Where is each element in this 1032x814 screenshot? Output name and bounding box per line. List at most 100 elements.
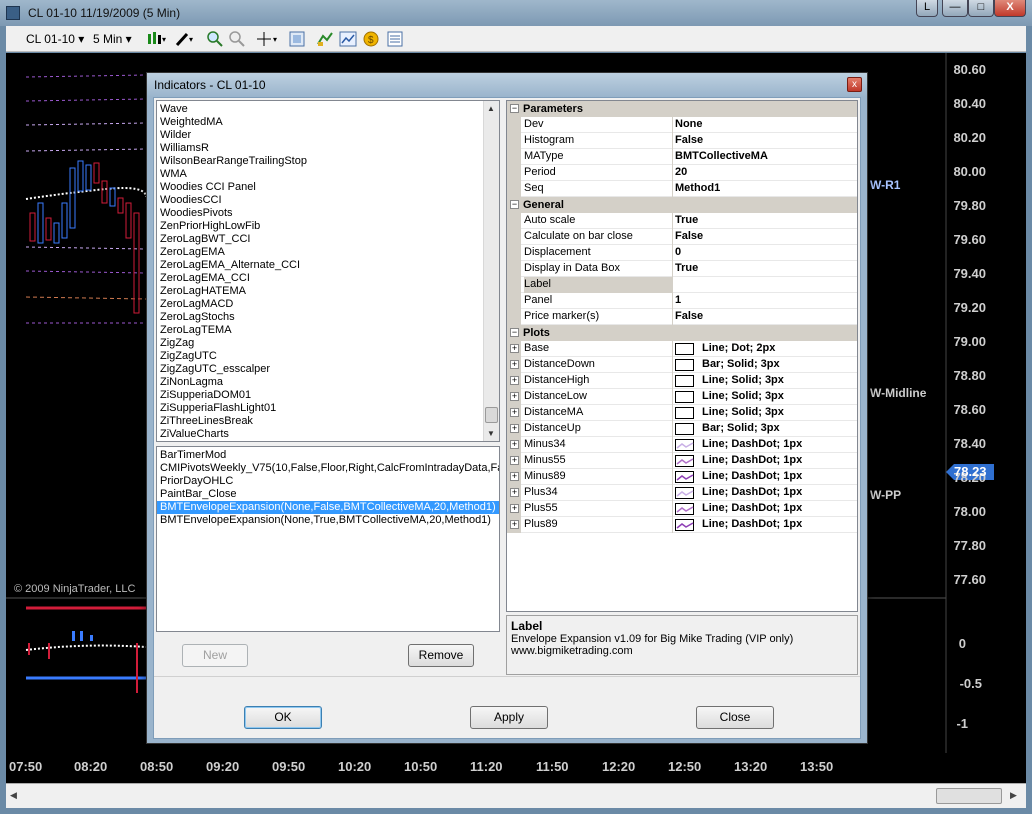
indicator-list-item[interactable]: ZiThreeLinesBreak [157, 415, 499, 428]
property-value[interactable]: False [675, 309, 703, 324]
property-value[interactable]: 0 [675, 245, 681, 260]
apply-button[interactable]: Apply [470, 706, 548, 729]
property-value[interactable]: None [675, 117, 703, 132]
list-scrollbar[interactable]: ▲ ▼ [483, 101, 499, 441]
close-button[interactable]: X [994, 0, 1026, 17]
property-row[interactable]: + DistanceMA Line; Solid; 3px [507, 405, 857, 421]
indicator-list-item[interactable]: ZeroLagEMA_Alternate_CCI [157, 259, 499, 272]
scroll-right-arrow-icon[interactable]: ▶ [1010, 790, 1017, 801]
property-row[interactable]: Label [507, 277, 857, 293]
scroll-left-arrow-icon[interactable]: ◀ [10, 790, 17, 801]
indicator-list-item[interactable]: ZigZagUTC_esscalper [157, 363, 499, 376]
expand-icon[interactable]: + [510, 360, 519, 369]
indicator-list-item[interactable]: CMIPivotsWeekly_V75(10,False,Floor,Right… [157, 462, 499, 475]
property-value[interactable]: Bar; Solid; 3px [702, 421, 780, 436]
indicator-list-item[interactable]: PaintBar_Close [157, 488, 499, 501]
crosshair-icon[interactable]: ▾ [256, 30, 280, 48]
property-value[interactable]: False [675, 229, 703, 244]
indicator-list-item[interactable]: ZeroLagBWT_CCI [157, 233, 499, 246]
expand-icon[interactable]: + [510, 344, 519, 353]
property-value[interactable]: 1 [675, 293, 681, 308]
property-value[interactable]: Line; DashDot; 1px [702, 469, 802, 484]
property-row[interactable]: + DistanceDown Bar; Solid; 3px [507, 357, 857, 373]
indicator-list-item[interactable]: ZiSupperiaFlashLight01 [157, 402, 499, 415]
category-general[interactable]: − General [507, 197, 857, 213]
window-titlebar[interactable]: CL 01-10 11/19/2009 (5 Min) L — □ X [0, 0, 1032, 26]
indicator-list-item[interactable]: BMTEnvelopeExpansion(None,False,BMTColle… [157, 501, 499, 514]
expand-icon[interactable]: + [510, 488, 519, 497]
plot-color-swatch[interactable] [675, 343, 694, 355]
available-indicators-list[interactable]: Wave WeightedMA Wilder WilliamsR WilsonBearR… [156, 100, 500, 442]
property-row[interactable]: MAType BMTCollectiveMA [507, 149, 857, 165]
indicator-list-item[interactable]: WoodiesPivots [157, 207, 499, 220]
indicator-list-item[interactable]: BMTEnvelopeExpansion(None,True,BMTCollec… [157, 514, 499, 527]
property-row[interactable]: Histogram False [507, 133, 857, 149]
zoom-out-icon[interactable] [228, 30, 246, 48]
scrollbar-thumb[interactable] [936, 788, 1002, 804]
expand-icon[interactable]: + [510, 456, 519, 465]
plot-color-swatch[interactable] [675, 519, 694, 531]
property-row[interactable]: + DistanceLow Line; Solid; 3px [507, 389, 857, 405]
plot-color-swatch[interactable] [675, 455, 694, 467]
indicator-list-item[interactable]: ZeroLagEMA [157, 246, 499, 259]
property-value[interactable]: Line; Solid; 3px [702, 373, 784, 388]
indicator-list-item[interactable]: ZeroLagTEMA [157, 324, 499, 337]
plot-color-swatch[interactable] [675, 359, 694, 371]
property-value[interactable]: True [675, 261, 698, 276]
indicator-list-item[interactable]: Wave [157, 103, 499, 116]
plot-color-swatch[interactable] [675, 407, 694, 419]
property-row[interactable]: Display in Data Box True [507, 261, 857, 277]
indicator-list-item[interactable]: WilsonBearRangeTrailingStop [157, 155, 499, 168]
indicator-list-item[interactable]: WilliamsR [157, 142, 499, 155]
indicator-list-item[interactable]: WoodiesCCI [157, 194, 499, 207]
property-row[interactable]: Period 20 [507, 165, 857, 181]
indicators-icon[interactable] [316, 30, 334, 48]
plot-color-swatch[interactable] [675, 423, 694, 435]
indicator-list-item[interactable]: Woodies CCI Panel [157, 181, 499, 194]
indicator-list-item[interactable]: ZigZagUTC [157, 350, 499, 363]
indicator-list-item[interactable]: WMA [157, 168, 499, 181]
minimize-button[interactable]: — [942, 0, 968, 17]
property-value[interactable]: Line; DashDot; 1px [702, 453, 802, 468]
property-value[interactable]: Line; Solid; 3px [702, 405, 784, 420]
properties-icon[interactable] [288, 30, 306, 48]
expand-icon[interactable]: + [510, 472, 519, 481]
indicator-list-item[interactable]: ZenPriorHighLowFib [157, 220, 499, 233]
property-value[interactable]: Line; DashDot; 1px [702, 501, 802, 516]
property-value[interactable]: False [675, 133, 703, 148]
expand-icon[interactable]: + [510, 520, 519, 529]
property-row[interactable]: Displacement 0 [507, 245, 857, 261]
property-value[interactable]: Line; Dot; 2px [702, 341, 775, 356]
collapse-icon[interactable]: − [510, 200, 519, 209]
close-dialog-button[interactable]: Close [696, 706, 774, 729]
indicator-list-item[interactable]: ZigZag [157, 337, 499, 350]
dialog-close-button[interactable]: x [847, 77, 862, 92]
collapse-icon[interactable]: − [510, 328, 519, 337]
property-row[interactable]: + Plus34 Line; DashDot; 1px [507, 485, 857, 501]
property-row[interactable]: Calculate on bar close False [507, 229, 857, 245]
property-value[interactable]: Bar; Solid; 3px [702, 357, 780, 372]
indicator-list-item[interactable]: ZeroLagHATEMA [157, 285, 499, 298]
collapse-icon[interactable]: − [510, 104, 519, 113]
category-plots[interactable]: − Plots [507, 325, 857, 341]
property-value[interactable]: Line; DashDot; 1px [702, 485, 802, 500]
property-row[interactable]: Auto scale True [507, 213, 857, 229]
indicator-list-item[interactable]: ZiNonLagma [157, 376, 499, 389]
maximize-button[interactable]: □ [968, 0, 994, 17]
plot-color-swatch[interactable] [675, 375, 694, 387]
plot-color-swatch[interactable] [675, 439, 694, 451]
plot-color-swatch[interactable] [675, 487, 694, 499]
remove-button[interactable]: Remove [408, 644, 474, 667]
property-value[interactable]: 20 [675, 165, 687, 180]
property-row[interactable]: + Minus34 Line; DashDot; 1px [507, 437, 857, 453]
chart-horizontal-scrollbar[interactable]: ◀ ▶ [6, 783, 1026, 808]
expand-icon[interactable]: + [510, 408, 519, 417]
indicator-list-item[interactable]: Wilder [157, 129, 499, 142]
property-row[interactable]: Panel 1 [507, 293, 857, 309]
expand-icon[interactable]: + [510, 376, 519, 385]
property-row[interactable]: Price marker(s) False [507, 309, 857, 325]
zoom-in-icon[interactable] [206, 30, 224, 48]
scrollbar-thumb[interactable] [485, 407, 498, 423]
indicator-list-item[interactable]: PriorDayOHLC [157, 475, 499, 488]
property-row[interactable]: + Plus55 Line; DashDot; 1px [507, 501, 857, 517]
